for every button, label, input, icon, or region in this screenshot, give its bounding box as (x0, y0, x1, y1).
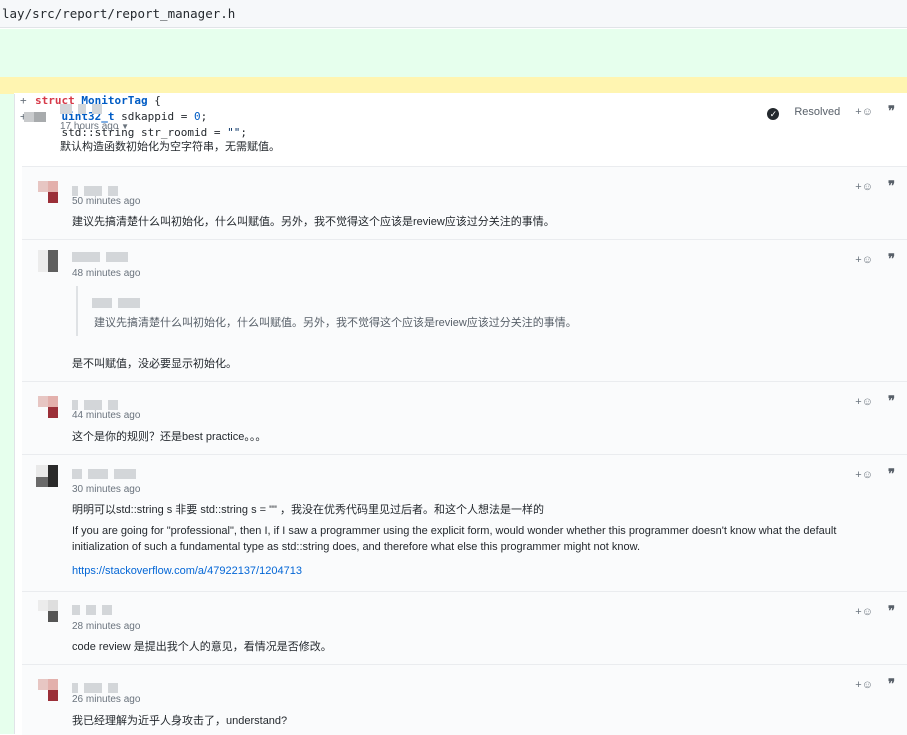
add-reaction-icon[interactable]: +☺ (855, 679, 873, 691)
quote-reply-icon[interactable]: ❞ (888, 394, 895, 409)
comment-actions: +☺ ❞ (843, 252, 895, 267)
comment-reply: 44 minutes ago +☺ ❞ 这个是你的规则？还是best pract… (22, 381, 907, 454)
comment-actions: +☺ ❞ (843, 604, 895, 619)
comment-body: 这个是你的规则？还是best practice。。。 (72, 431, 267, 443)
add-reaction-icon[interactable]: +☺ (855, 469, 873, 481)
comment-reply: 30 minutes ago +☺ ❞ 明明可以std::string s 非要… (22, 454, 907, 591)
add-reaction-icon[interactable]: +☺ (855, 181, 873, 193)
quoted-author (92, 295, 146, 308)
avatar[interactable] (38, 181, 60, 203)
comment-thread-root: 17 hours ago ▼ ✓ Resolved +☺ ❞ 默认构造函数初始化为… (16, 94, 907, 164)
quote-reply-icon[interactable]: ❞ (888, 104, 895, 119)
comment-time[interactable]: 17 hours ago ▼ (60, 121, 129, 132)
comment-actions: +☺ ❞ (843, 179, 895, 194)
quoted-text: 建议先搞清楚什么叫初始化，什么叫赋值。另外，我不觉得这个应该是review应该过… (94, 317, 577, 329)
comment-body: code review 是提出我个人的意见，看情况是否修改。 (72, 641, 332, 653)
comment-body: 明明可以std::string s 非要 std::string s = "" … (72, 504, 544, 516)
author-name[interactable] (72, 602, 118, 615)
comment-reply: 26 minutes ago +☺ ❞ 我已经理解为近乎人身攻击了，unders… (22, 664, 907, 735)
quote-reply-icon[interactable]: ❞ (888, 252, 895, 267)
author-name[interactable] (72, 466, 142, 479)
code-line-5: 5 + (0, 29, 907, 75)
add-reaction-icon[interactable]: +☺ (855, 396, 873, 408)
comment-body: 我已经理解为近乎人身攻击了，understand? (72, 715, 288, 727)
comment-actions: +☺ ❞ (843, 677, 895, 692)
avatar[interactable] (38, 250, 60, 272)
add-reaction-icon[interactable]: +☺ (855, 254, 873, 266)
comment-reply: 28 minutes ago +☺ ❞ code review 是提出我个人的意… (22, 591, 907, 664)
comment-body: 默认构造函数初始化为空字符串，无需赋值。 (60, 141, 280, 153)
file-path: lay/src/report/report_manager.h (2, 6, 236, 21)
time-text: 17 hours ago (60, 121, 119, 132)
quote-reply-icon[interactable]: ❞ (888, 179, 895, 194)
comment-reply: 50 minutes ago +☺ ❞ 建议先搞清楚什么叫初始化，什么叫赋值。另… (22, 166, 907, 239)
resolved-label: Resolved (794, 106, 841, 118)
avatar[interactable] (38, 396, 60, 418)
quote-reply-icon[interactable]: ❞ (888, 467, 895, 482)
add-reaction-icon[interactable]: +☺ (855, 106, 873, 118)
comment-actions: +☺ ❞ (843, 467, 895, 482)
code-line-7: 7 + uint32_t sdkappid = 0; (0, 61, 907, 123)
avatar[interactable] (38, 600, 60, 622)
author-name[interactable] (60, 101, 108, 114)
comment-paragraph: If you are going for "professional", the… (72, 525, 837, 537)
comment-actions: +☺ ❞ (843, 394, 895, 409)
comment-body: 建议先搞清楚什么叫初始化，什么叫赋值。另外，我不觉得这个应该是review应该过… (72, 216, 555, 228)
file-path-header: lay/src/report/report_manager.h (0, 0, 907, 28)
comment-time[interactable]: 30 minutes ago (72, 484, 140, 495)
check-circle-icon: ✓ (767, 108, 780, 120)
avatar[interactable] (24, 112, 46, 134)
comment-time[interactable]: 48 minutes ago (72, 268, 140, 279)
gutter-divider (14, 94, 15, 734)
author-name[interactable] (72, 183, 124, 196)
comment-paragraph: initialization of such a fundamental typ… (72, 541, 641, 553)
quote-reply-icon[interactable]: ❞ (888, 604, 895, 619)
author-name[interactable] (72, 680, 124, 693)
comment-body: 是不叫赋值，没必要显示初始化。 (72, 358, 237, 370)
diff-gutter (0, 94, 14, 734)
comment-time[interactable]: 28 minutes ago (72, 621, 140, 632)
comment-actions: ✓ Resolved +☺ ❞ (743, 104, 895, 120)
stackoverflow-link[interactable]: https://stackoverflow.com/a/47922137/120… (72, 565, 302, 577)
avatar[interactable] (36, 465, 58, 487)
comment-reply: 48 minutes ago +☺ ❞ 建议先搞清楚什么叫初始化，什么叫赋值。另… (22, 239, 907, 381)
chevron-down-icon[interactable]: ▼ (121, 122, 129, 131)
quoted-reply: 建议先搞清楚什么叫初始化，什么叫赋值。另外，我不觉得这个应该是review应该过… (76, 286, 878, 336)
add-reaction-icon[interactable]: +☺ (855, 606, 873, 618)
resolved-badge[interactable]: ✓ Resolved (755, 106, 841, 120)
quote-reply-icon[interactable]: ❞ (888, 677, 895, 692)
comment-time[interactable]: 44 minutes ago (72, 410, 140, 421)
code-line-8[interactable]: 8 + std::string str_roomid = ""; (0, 77, 907, 139)
author-name[interactable] (72, 249, 134, 262)
comment-time[interactable]: 50 minutes ago (72, 196, 140, 207)
comment-time[interactable]: 26 minutes ago (72, 694, 140, 705)
avatar[interactable] (38, 679, 60, 701)
author-name[interactable] (72, 397, 124, 410)
code-line-6: 6 + struct MonitorTag { (0, 45, 907, 107)
